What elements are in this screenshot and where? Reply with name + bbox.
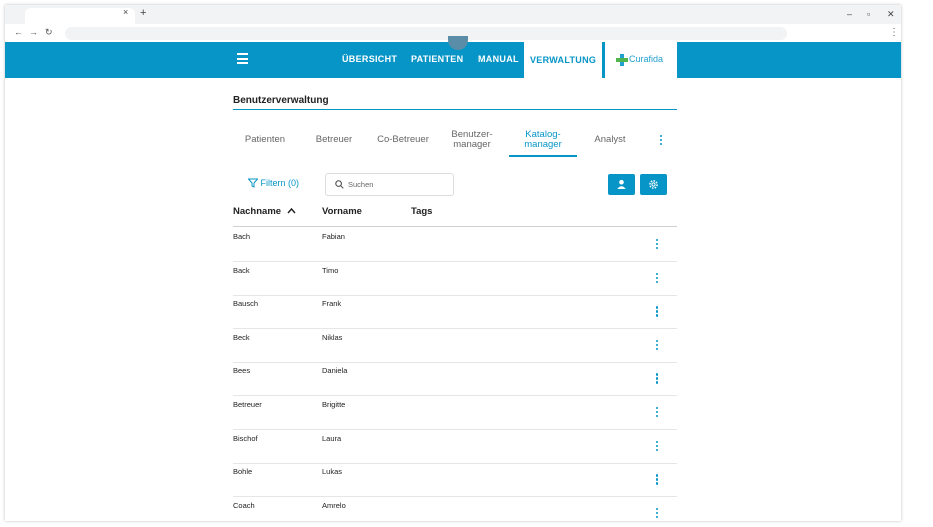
cell-nachname: Back: [233, 265, 250, 275]
table-row[interactable]: Bausch Frank: [233, 294, 677, 330]
tab-betreuer[interactable]: Betreuer: [311, 135, 357, 145]
row-menu-icon[interactable]: [656, 272, 659, 285]
tab-benutzermanager[interactable]: Benutzer- manager: [447, 130, 497, 150]
restore-icon[interactable]: ▫: [867, 9, 870, 19]
close-tab-icon[interactable]: ×: [123, 7, 128, 17]
title-divider: [233, 109, 677, 110]
nav-verwaltung[interactable]: VERWALTUNG: [524, 42, 603, 78]
filter-icon: [247, 178, 259, 188]
table-row[interactable]: Bees Daniela: [233, 361, 677, 397]
row-menu-icon[interactable]: [656, 239, 659, 251]
add-person-icon: [617, 179, 626, 189]
close-window-icon[interactable]: ✕: [887, 9, 895, 20]
column-header-tags[interactable]: Tags: [411, 206, 432, 217]
row-menu-icon[interactable]: [656, 440, 659, 453]
cell-nachname: Bohle: [233, 467, 253, 477]
app-bar: ÜBERSICHT PATIENTEN MANUAL VERWALTUNG Cu…: [5, 36, 901, 78]
url-field[interactable]: [65, 27, 787, 40]
table-row[interactable]: Bohle Lukas: [233, 462, 677, 498]
cell-nachname: Bees: [233, 366, 251, 376]
table-row[interactable]: Coach Amrelo: [233, 496, 677, 521]
search-icon: [335, 180, 344, 189]
tab-patienten[interactable]: Patienten: [241, 135, 289, 145]
cell-vorname: Frank: [322, 299, 342, 309]
nav-uebersicht[interactable]: ÜBERSICHT: [342, 54, 397, 64]
row-menu-icon[interactable]: [656, 407, 659, 419]
nav-patienten[interactable]: PATIENTEN: [411, 54, 463, 64]
column-header-vorname[interactable]: Vorname: [322, 206, 362, 217]
cell-nachname: Bach: [233, 232, 251, 241]
browser-tab-strip: × + – ▫ ✕: [5, 5, 901, 24]
table-row[interactable]: Bach Fabian: [233, 227, 677, 262]
table-row[interactable]: Back Timo: [233, 261, 677, 296]
logo: Curafida: [605, 42, 677, 78]
cell-vorname: Daniela: [322, 366, 348, 376]
table-row[interactable]: Betreuer Brigitte: [233, 395, 677, 430]
tab-katalogmanager[interactable]: Katalog- manager: [515, 130, 571, 150]
cell-nachname: Betreuer: [233, 400, 262, 409]
filter-button[interactable]: Filtern (0): [247, 178, 300, 188]
add-user-button[interactable]: [608, 174, 635, 195]
tab-co-betreuer[interactable]: Co-Betreuer: [374, 135, 432, 145]
back-icon[interactable]: ←: [14, 27, 23, 37]
cell-vorname: Niklas: [322, 332, 343, 342]
minimize-icon[interactable]: –: [847, 9, 852, 19]
column-header-nachname[interactable]: Nachname: [233, 206, 296, 217]
more-tabs-icon[interactable]: [660, 135, 663, 147]
cell-vorname: Brigitte: [322, 400, 346, 409]
cell-vorname: Fabian: [322, 232, 345, 241]
search-placeholder: Suchen: [348, 180, 374, 189]
forward-icon[interactable]: →: [29, 27, 38, 37]
cross-logo-icon: [616, 54, 628, 66]
cell-nachname: Beck: [233, 332, 250, 342]
filter-label: Filtern (0): [260, 178, 300, 188]
row-menu-icon[interactable]: [656, 339, 659, 352]
tab-analyst[interactable]: Analyst: [588, 135, 632, 145]
page-title: Benutzerverwaltung: [233, 95, 329, 106]
new-tab-icon[interactable]: +: [140, 7, 146, 19]
gear-icon: [649, 180, 658, 189]
table-row[interactable]: Beck Niklas: [233, 328, 677, 363]
browser-window: × + – ▫ ✕ ← → ↻ ⋮ ÜBERSICHT PATIENTEN MA…: [5, 5, 901, 521]
avatar[interactable]: [448, 36, 468, 50]
browser-menu-icon[interactable]: ⋮: [889, 27, 899, 38]
hamburger-menu-icon[interactable]: [237, 53, 248, 66]
cell-vorname: Laura: [322, 433, 342, 443]
search-input[interactable]: Suchen: [325, 173, 454, 196]
table-row[interactable]: Bischof Laura: [233, 429, 677, 464]
reload-icon[interactable]: ↻: [45, 27, 53, 38]
settings-button[interactable]: [640, 174, 667, 195]
nav-manual[interactable]: MANUAL: [478, 54, 519, 64]
cell-vorname: Lukas: [322, 467, 343, 477]
cell-nachname: Bausch: [233, 299, 259, 309]
sort-ascending-icon: [287, 207, 296, 214]
row-menu-icon[interactable]: [656, 306, 659, 318]
browser-tab[interactable]: [25, 8, 135, 24]
cell-vorname: Amrelo: [322, 500, 346, 510]
cell-vorname: Timo: [322, 265, 339, 275]
active-tab-indicator: [509, 155, 577, 157]
cell-nachname: Bischof: [233, 433, 258, 443]
row-menu-icon[interactable]: [656, 474, 659, 486]
row-menu-icon[interactable]: [656, 373, 659, 385]
cell-nachname: Coach: [233, 500, 255, 510]
row-menu-icon[interactable]: [656, 507, 659, 520]
logo-text: Curafida: [629, 54, 664, 64]
